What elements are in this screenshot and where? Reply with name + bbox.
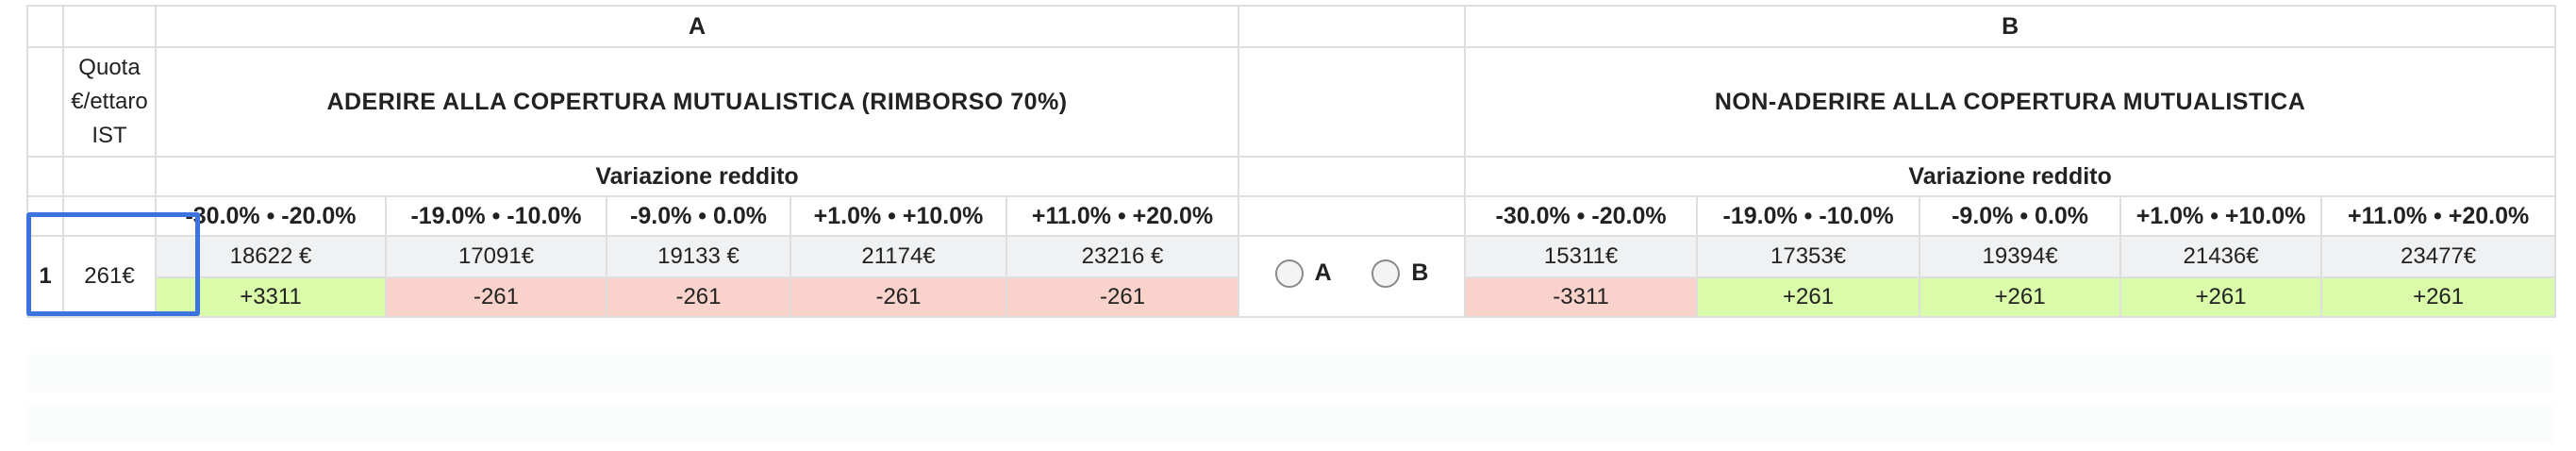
range-header-b: -9.0% • 0.0% — [1919, 195, 2122, 237]
variation-header-a: Variazione reddito — [154, 156, 1240, 197]
diff-value-b: +261 — [1919, 276, 2122, 318]
row-number: 1 — [26, 235, 64, 318]
corner-cell — [26, 5, 64, 48]
income-value-b: 21436€ — [2119, 235, 2323, 278]
diff-value-a: -261 — [789, 276, 1007, 318]
choice-table: A B Quota €/ettaro IST ADERIRE ALLA COPE… — [26, 5, 2557, 318]
group-b-header: B — [1464, 5, 2557, 48]
choice-column-spacer — [1238, 46, 1467, 158]
option-a-title: ADERIRE ALLA COPERTURA MUTUALISTICA (RIM… — [154, 46, 1240, 158]
radio-circle-icon[interactable] — [1274, 259, 1304, 288]
quota-header: Quota €/ettaro IST — [62, 46, 157, 158]
blank-cell — [1238, 195, 1467, 237]
blank-cell — [62, 195, 157, 237]
quota-header-line: IST — [91, 123, 127, 148]
diff-value-a: -261 — [606, 276, 791, 318]
row-number-header — [26, 46, 64, 158]
range-header-a: -9.0% • 0.0% — [606, 195, 791, 237]
quota-header-line: Quota — [78, 55, 141, 80]
income-value-a: 18622 € — [155, 235, 387, 278]
range-header-b: -30.0% • -20.0% — [1464, 195, 1699, 237]
income-value-a: 19133 € — [606, 235, 791, 278]
range-header-b: +11.0% • +20.0% — [2320, 195, 2557, 237]
income-value-b: 19394€ — [1919, 235, 2122, 278]
choice-a-radio[interactable]: A — [1274, 259, 1332, 288]
range-header-b: +1.0% • +10.0% — [2119, 195, 2323, 237]
diff-value-b: +261 — [1696, 276, 1921, 318]
choice-column-header — [1238, 5, 1467, 48]
blank-cell — [26, 195, 64, 237]
range-header-a: -19.0% • -10.0% — [385, 195, 607, 237]
diff-value-b: +261 — [2320, 276, 2557, 318]
option-b-title: NON-ADERIRE ALLA COPERTURA MUTUALISTICA — [1464, 46, 2557, 158]
quota-value: 261€ — [62, 235, 157, 318]
income-value-b: 23477€ — [2320, 235, 2557, 278]
diff-value-b: +261 — [2119, 276, 2323, 318]
diff-value-a: -261 — [385, 276, 607, 318]
income-value-a: 23216 € — [1005, 235, 1240, 278]
blank-cell — [62, 156, 157, 197]
group-a-header: A — [154, 5, 1240, 48]
income-value-b: 17353€ — [1696, 235, 1921, 278]
range-header-a: +1.0% • +10.0% — [789, 195, 1007, 237]
choice-cell: A B — [1238, 235, 1467, 318]
faded-row — [26, 406, 2554, 443]
blank-cell — [1238, 156, 1467, 197]
corner-cell — [62, 5, 157, 48]
range-header-a: +11.0% • +20.0% — [1005, 195, 1240, 237]
choice-b-radio[interactable]: B — [1371, 259, 1428, 288]
diff-value-a: -261 — [1005, 276, 1240, 318]
income-value-a: 17091€ — [385, 235, 607, 278]
radio-circle-icon[interactable] — [1371, 259, 1401, 288]
faded-row — [26, 354, 2554, 392]
range-header-a: -30.0% • -20.0% — [155, 195, 387, 237]
choice-a-label: A — [1314, 259, 1332, 286]
quota-header-line: €/ettaro — [71, 89, 148, 114]
income-value-b: 15311€ — [1464, 235, 1699, 278]
diff-value-a: +3311 — [155, 276, 387, 318]
blank-cell — [26, 156, 64, 197]
variation-header-b: Variazione reddito — [1464, 156, 2557, 197]
income-value-a: 21174€ — [789, 235, 1007, 278]
range-header-b: -19.0% • -10.0% — [1696, 195, 1921, 237]
diff-value-b: -3311 — [1464, 276, 1699, 318]
choice-b-label: B — [1411, 259, 1429, 286]
